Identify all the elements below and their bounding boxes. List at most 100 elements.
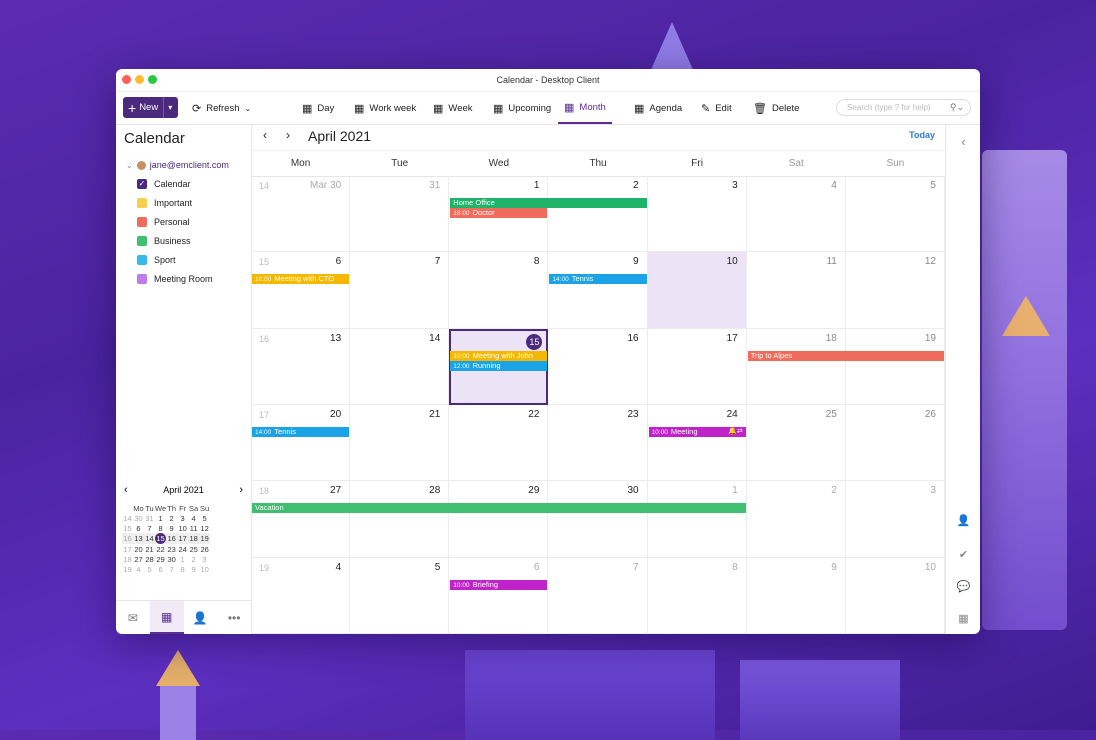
mini-day[interactable]: 27: [133, 554, 144, 564]
chevron-down-icon[interactable]: ▾: [168, 103, 172, 112]
contacts-icon[interactable]: 👤: [184, 601, 218, 634]
day-cell[interactable]: 19: [845, 328, 945, 405]
day-cell[interactable]: 19 4: [251, 557, 351, 634]
view-day-button[interactable]: ▦ Day: [302, 92, 334, 124]
calendar-list-item[interactable]: ✓ Calendar: [137, 179, 191, 189]
mini-day[interactable]: 17: [177, 533, 189, 544]
mini-day[interactable]: 21: [144, 544, 155, 554]
day-cell[interactable]: 14 Mar 30: [251, 176, 351, 253]
mini-day[interactable]: 2: [188, 554, 199, 564]
day-cell[interactable]: 9: [746, 557, 846, 634]
day-cell[interactable]: 21: [350, 405, 450, 482]
mini-day[interactable]: 20: [133, 544, 144, 554]
checkbox-checked-icon[interactable]: ✓: [137, 179, 147, 189]
day-cell[interactable]: 9: [548, 252, 648, 329]
calendar-small-icon[interactable]: ▦: [946, 612, 980, 625]
calendar-color-swatch[interactable]: [137, 255, 147, 265]
mini-day[interactable]: 22: [155, 544, 166, 554]
mini-day[interactable]: 23: [166, 544, 177, 554]
mini-day[interactable]: 11: [188, 523, 199, 533]
day-cell[interactable]: 26: [845, 405, 945, 482]
account-item[interactable]: ⌄ jane@emclient.com: [126, 160, 229, 170]
day-cell[interactable]: 1: [647, 481, 747, 558]
mini-day[interactable]: 28: [144, 554, 155, 564]
mini-prev-month-icon[interactable]: ‹: [124, 484, 128, 496]
mini-day[interactable]: 3: [199, 554, 210, 564]
chat-icon[interactable]: 💬: [946, 580, 980, 593]
maximize-window-button[interactable]: [148, 75, 157, 84]
calendar-color-swatch[interactable]: [137, 198, 147, 208]
view-workweek-button[interactable]: ▦ Work week: [354, 92, 416, 124]
calendar-event[interactable]: 16:00 Doctor: [450, 208, 548, 218]
day-cell[interactable]: 10: [845, 557, 945, 634]
mini-day[interactable]: 2: [166, 513, 177, 523]
day-cell[interactable]: 18: [746, 328, 846, 405]
view-week-button[interactable]: ▦ Week: [433, 92, 473, 124]
mini-day[interactable]: 4: [188, 513, 199, 523]
calendar-color-swatch[interactable]: [137, 217, 147, 227]
mini-day[interactable]: 5: [144, 564, 155, 574]
calendar-list-item[interactable]: Personal: [137, 217, 190, 227]
day-cell[interactable]: 17 20: [251, 405, 351, 482]
collapse-icon[interactable]: ‹: [946, 134, 980, 149]
day-cell[interactable]: 28: [350, 481, 450, 558]
mini-day[interactable]: 13: [133, 533, 144, 544]
day-cell[interactable]: 24: [647, 405, 747, 482]
mini-day[interactable]: 8: [177, 564, 188, 574]
day-cell[interactable]: 2: [548, 176, 648, 253]
calendar-event[interactable]: 10:00 Briefing: [450, 579, 548, 590]
calendar-event[interactable]: 10:00 Meeting with CTO: [252, 274, 350, 285]
calendar-event[interactable]: 14:00 Tennis: [549, 274, 647, 285]
day-cell[interactable]: 12: [845, 252, 945, 329]
day-cell[interactable]: 16: [548, 328, 648, 405]
day-cell[interactable]: 3: [647, 176, 747, 253]
calendar-event[interactable]: 10:00 Meeting with John: [450, 350, 548, 361]
edit-button[interactable]: ✎ Edit: [701, 92, 732, 124]
mini-day[interactable]: 26: [199, 544, 210, 554]
delete-button[interactable]: 🗑 Delete: [753, 92, 799, 124]
mini-day[interactable]: 30: [133, 513, 144, 523]
calendar-event[interactable]: 14:00 Tennis: [252, 427, 350, 437]
mini-day[interactable]: 18: [188, 533, 200, 544]
mini-day[interactable]: 4: [133, 564, 144, 574]
day-cell[interactable]: 22: [449, 405, 549, 482]
calendar-list-item[interactable]: Meeting Room: [137, 274, 213, 284]
day-cell[interactable]: 6: [449, 557, 549, 634]
calendar-list-item[interactable]: Sport: [137, 255, 176, 265]
calendar-event[interactable]: Trip to Alpes: [747, 350, 944, 361]
day-cell[interactable]: 29: [449, 481, 549, 558]
day-cell[interactable]: 16 13: [251, 328, 351, 405]
day-cell[interactable]: 23: [548, 405, 648, 482]
mini-day[interactable]: 12: [199, 523, 210, 533]
mini-day[interactable]: 14: [144, 533, 155, 544]
mini-day[interactable]: 9: [188, 564, 199, 574]
new-button[interactable]: + New ▾: [123, 97, 178, 118]
mini-day[interactable]: 7: [144, 523, 155, 533]
mini-day[interactable]: 3: [177, 513, 188, 523]
tasks-check-icon[interactable]: ✔: [946, 548, 980, 561]
day-cell[interactable]: 10: [647, 252, 747, 329]
mini-day[interactable]: 9: [166, 523, 177, 533]
mini-day[interactable]: 30: [166, 554, 177, 564]
mini-day[interactable]: 10: [177, 523, 188, 533]
mini-day[interactable]: 16: [166, 533, 178, 544]
day-cell[interactable]: 25: [746, 405, 846, 482]
day-cell[interactable]: 11: [746, 252, 846, 329]
mail-icon[interactable]: ✉: [116, 601, 150, 634]
mini-day[interactable]: 29: [155, 554, 166, 564]
mini-day[interactable]: 24: [177, 544, 188, 554]
chevron-down-icon[interactable]: ⌄: [126, 161, 133, 170]
search-input[interactable]: Search (type ? for help) ⚲⌄: [836, 99, 971, 116]
day-cell[interactable]: 5: [350, 557, 450, 634]
view-agenda-button[interactable]: ▦ Agenda: [634, 92, 682, 124]
calendar-event[interactable]: 12:00 Running: [450, 360, 548, 371]
contact-icon[interactable]: 👤: [946, 514, 980, 527]
calendar-color-swatch[interactable]: [137, 274, 147, 284]
day-cell[interactable]: 31: [350, 176, 450, 253]
calendar-icon[interactable]: ▦: [149, 601, 184, 634]
calendar-event[interactable]: Home Office: [450, 198, 647, 208]
calendar-list-item[interactable]: Important: [137, 198, 192, 208]
day-cell[interactable]: 18 27: [251, 481, 351, 558]
day-cell[interactable]: 5: [845, 176, 945, 253]
day-cell[interactable]: 8: [449, 252, 549, 329]
